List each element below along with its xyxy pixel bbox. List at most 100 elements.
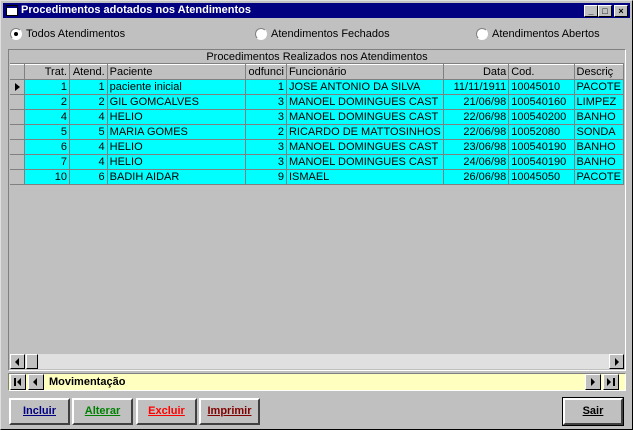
cell-trat[interactable]: 1 <box>24 79 70 95</box>
table-row[interactable]: 5 5 MARIA GOMES 2 RICARDO DE MATTOSINHOS… <box>10 124 624 140</box>
nav-first-button[interactable] <box>10 374 26 390</box>
column-header-paciente[interactable]: Paciente <box>107 64 247 80</box>
horizontal-scrollbar[interactable] <box>10 354 624 369</box>
cell-trat[interactable]: 5 <box>24 124 70 140</box>
cell-data[interactable]: 21/06/98 <box>443 94 510 110</box>
table-row[interactable]: 2 2 GIL GOMCALVES 3 MANOEL DOMINGUES CAS… <box>10 94 624 110</box>
cell-atend[interactable]: 1 <box>69 79 108 95</box>
cell-paciente[interactable]: paciente inicial <box>107 79 247 95</box>
column-header-trat[interactable]: Trat. <box>24 64 70 80</box>
cell-funcionario[interactable]: JOSE ANTONIO DA SILVA <box>286 79 444 95</box>
row-selector[interactable] <box>10 79 26 95</box>
cell-odfunci[interactable]: 2 <box>245 124 287 140</box>
cell-odfunci[interactable]: 3 <box>245 139 287 155</box>
column-header-odfunci[interactable]: odfunci <box>245 64 287 80</box>
maximize-button[interactable]: □ <box>598 5 612 17</box>
cell-descricao[interactable]: PACOTE <box>574 79 624 95</box>
table-row[interactable]: 7 4 HELIO 3 MANOEL DOMINGUES CAST 24/06/… <box>10 154 624 170</box>
cell-cod[interactable]: 100540160 <box>508 94 575 110</box>
cell-descricao[interactable]: BANHO <box>574 109 624 125</box>
row-selector[interactable] <box>10 94 26 110</box>
cell-descricao[interactable]: LIMPEZ <box>574 94 624 110</box>
cell-paciente[interactable]: MARIA GOMES <box>107 124 247 140</box>
cell-atend[interactable]: 6 <box>69 169 108 185</box>
cell-trat[interactable]: 6 <box>24 139 70 155</box>
cell-cod[interactable]: 100540200 <box>508 109 575 125</box>
imprimir-button[interactable]: Imprimir <box>199 398 260 425</box>
cell-atend[interactable]: 5 <box>69 124 108 140</box>
cell-data[interactable]: 26/06/98 <box>443 169 510 185</box>
grid-body[interactable]: Trat. Atend. Paciente odfunci Funcionári… <box>10 64 624 353</box>
alterar-button[interactable]: Alterar <box>72 398 133 425</box>
cell-cod[interactable]: 100540190 <box>508 154 575 170</box>
cell-trat[interactable]: 4 <box>24 109 70 125</box>
procedures-table[interactable]: Trat. Atend. Paciente odfunci Funcionári… <box>10 64 624 185</box>
cell-odfunci[interactable]: 9 <box>245 169 287 185</box>
cell-descricao[interactable]: SONDA <box>574 124 624 140</box>
cell-funcionario[interactable]: MANOEL DOMINGUES CAST <box>286 139 444 155</box>
cell-data[interactable]: 23/06/98 <box>443 139 510 155</box>
cell-odfunci[interactable]: 3 <box>245 94 287 110</box>
scroll-thumb[interactable] <box>26 354 38 369</box>
row-selector[interactable] <box>10 139 26 155</box>
row-selector[interactable] <box>10 169 26 185</box>
radio-abertos[interactable]: Atendimentos Abertos <box>476 26 600 42</box>
cell-funcionario[interactable]: MANOEL DOMINGUES CAST <box>286 109 444 125</box>
nav-last-button[interactable] <box>603 374 619 390</box>
cell-funcionario[interactable]: RICARDO DE MATTOSINHOS <box>286 124 444 140</box>
close-button[interactable]: × <box>614 5 628 17</box>
radio-abertos-indicator[interactable] <box>476 28 488 40</box>
table-row[interactable]: 10 6 BADIH AIDAR 9 ISMAEL 26/06/98 10045… <box>10 169 624 185</box>
cell-funcionario[interactable]: MANOEL DOMINGUES CAST <box>286 154 444 170</box>
cell-paciente[interactable]: HELIO <box>107 154 247 170</box>
cell-paciente[interactable]: HELIO <box>107 109 247 125</box>
cell-atend[interactable]: 4 <box>69 154 108 170</box>
table-row[interactable]: 1 1 paciente inicial 1 JOSE ANTONIO DA S… <box>10 79 624 95</box>
cell-descricao[interactable]: BANHO <box>574 139 624 155</box>
cell-cod[interactable]: 10052080 <box>508 124 575 140</box>
row-selector[interactable] <box>10 109 26 125</box>
column-header-data[interactable]: Data <box>443 64 510 80</box>
cell-atend[interactable]: 4 <box>69 109 108 125</box>
row-selector[interactable] <box>10 154 26 170</box>
cell-cod[interactable]: 10045010 <box>508 79 575 95</box>
column-header-funcionario[interactable]: Funcionário <box>286 64 444 80</box>
cell-atend[interactable]: 4 <box>69 139 108 155</box>
cell-data[interactable]: 22/06/98 <box>443 109 510 125</box>
cell-cod[interactable]: 100540190 <box>508 139 575 155</box>
scroll-right-button[interactable] <box>609 354 624 369</box>
cell-odfunci[interactable]: 3 <box>245 154 287 170</box>
nav-prev-button[interactable] <box>28 374 44 390</box>
procedures-grid[interactable]: Procedimentos Realizados nos Atendimento… <box>8 49 626 371</box>
cell-atend[interactable]: 2 <box>69 94 108 110</box>
cell-cod[interactable]: 10045050 <box>508 169 575 185</box>
row-selector[interactable] <box>10 124 26 140</box>
cell-trat[interactable]: 2 <box>24 94 70 110</box>
cell-odfunci[interactable]: 1 <box>245 79 287 95</box>
cell-paciente[interactable]: BADIH AIDAR <box>107 169 247 185</box>
cell-odfunci[interactable]: 3 <box>245 109 287 125</box>
cell-trat[interactable]: 10 <box>24 169 70 185</box>
cell-trat[interactable]: 7 <box>24 154 70 170</box>
table-row[interactable]: 6 4 HELIO 3 MANOEL DOMINGUES CAST 23/06/… <box>10 139 624 155</box>
table-row[interactable]: 4 4 HELIO 3 MANOEL DOMINGUES CAST 22/06/… <box>10 109 624 125</box>
cell-funcionario[interactable]: MANOEL DOMINGUES CAST <box>286 94 444 110</box>
cell-funcionario[interactable]: ISMAEL <box>286 169 444 185</box>
column-header-cod[interactable]: Cod. <box>508 64 575 80</box>
excluir-button[interactable]: Excluir <box>136 398 197 425</box>
radio-fechados-indicator[interactable] <box>255 28 267 40</box>
incluir-button[interactable]: Incluir <box>9 398 70 425</box>
radio-fechados[interactable]: Atendimentos Fechados <box>255 26 390 42</box>
column-header-atend[interactable]: Atend. <box>69 64 108 80</box>
minimize-button[interactable]: _ <box>584 5 598 17</box>
cell-data[interactable]: 22/06/98 <box>443 124 510 140</box>
cell-paciente[interactable]: HELIO <box>107 139 247 155</box>
column-header-descricao[interactable]: Descriç <box>574 64 624 80</box>
radio-todos-indicator[interactable] <box>10 28 22 40</box>
cell-data[interactable]: 24/06/98 <box>443 154 510 170</box>
scroll-left-button[interactable] <box>10 354 25 369</box>
nav-next-button[interactable] <box>585 374 601 390</box>
cell-paciente[interactable]: GIL GOMCALVES <box>107 94 247 110</box>
cell-descricao[interactable]: BANHO <box>574 154 624 170</box>
cell-data[interactable]: 11/11/1911 <box>443 79 510 95</box>
